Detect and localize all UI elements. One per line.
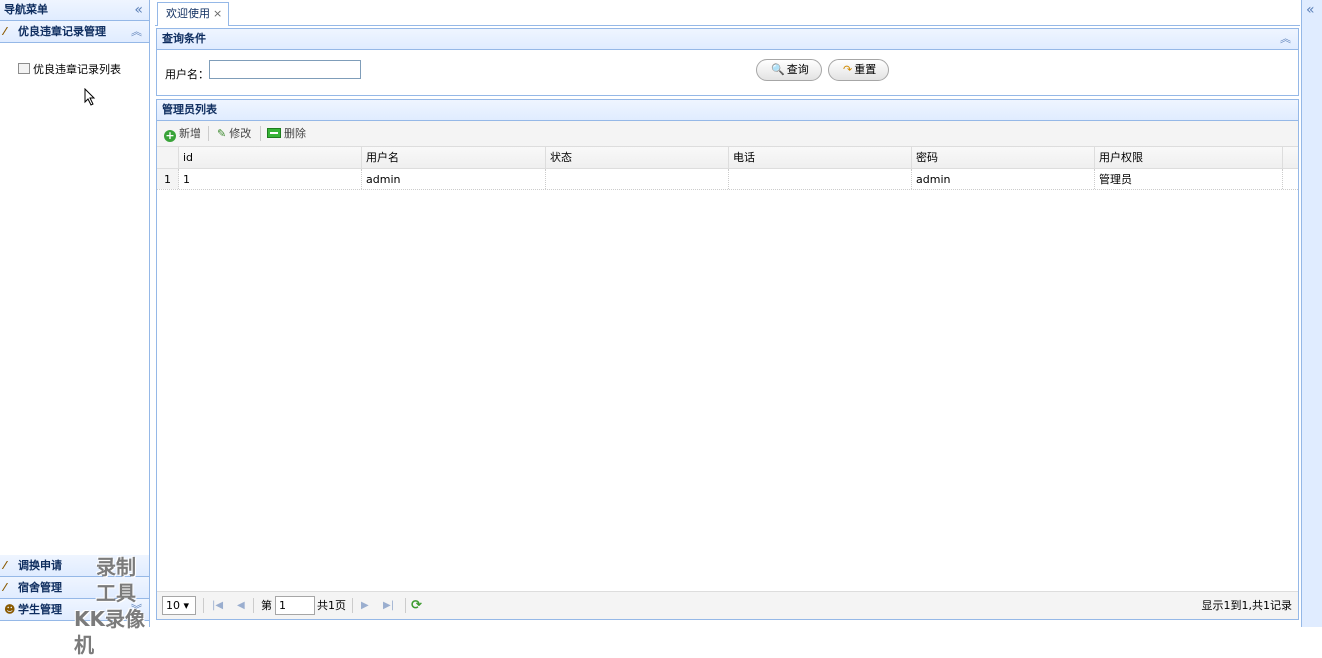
pager-divider xyxy=(203,598,204,613)
pager-divider xyxy=(405,598,406,613)
users-icon: ☻ xyxy=(4,603,16,616)
collapse-left-icon[interactable]: « xyxy=(134,0,143,20)
cell-role: 管理员 xyxy=(1095,169,1283,189)
admin-list-panel: 管理员列表 + 新增 ✎ 修改 删除 id 用户名 状态 电话 密码 用户权限 1 xyxy=(156,99,1299,620)
nav-item-violation-list[interactable]: 优良违章记录列表 xyxy=(18,61,121,77)
nav-title: 导航菜单 xyxy=(4,3,48,16)
nav-section-label: 调换申请 xyxy=(18,559,62,572)
rownum-header xyxy=(157,147,179,168)
toolbar-divider xyxy=(208,126,209,141)
table-row[interactable]: 1 1 admin admin 管理员 xyxy=(157,169,1298,190)
record-summary: 显示1到1,共1记录 xyxy=(1201,599,1293,612)
main-area: 欢迎使用× 查询条件 ︽ 用户名： 🔍查询 ↷重置 管理员列表 +新增 xyxy=(155,0,1300,627)
wand-icon: ⁄ xyxy=(4,559,6,572)
column-header-status[interactable]: 状态 xyxy=(546,147,729,168)
nav-section-body xyxy=(0,43,149,576)
column-header-username[interactable]: 用户名 xyxy=(362,147,546,168)
pencil-icon: ✎ xyxy=(217,127,227,140)
remove-icon xyxy=(267,128,281,138)
recorder-watermark: 录制工具 KK录像机 xyxy=(74,554,149,658)
search-icon: 🔍 xyxy=(771,63,785,76)
mouse-cursor-icon xyxy=(84,88,96,106)
east-collapsed-panel[interactable]: « xyxy=(1301,0,1322,627)
nav-section-violation[interactable]: ⁄ 优良违章记录管理 ︽ xyxy=(0,21,149,43)
pager-divider xyxy=(352,598,353,613)
delete-button[interactable]: 删除 xyxy=(267,125,306,143)
column-header-phone[interactable]: 电话 xyxy=(729,147,912,168)
collapse-up-icon[interactable]: ︽ xyxy=(131,21,142,42)
document-icon xyxy=(18,63,30,74)
delete-button-label: 删除 xyxy=(284,127,306,140)
page-prefix: 第 xyxy=(261,599,272,612)
toolbar-divider xyxy=(260,126,261,141)
row-number: 1 xyxy=(157,169,179,189)
last-page-icon[interactable]: ▶| xyxy=(383,597,394,615)
tab-welcome[interactable]: 欢迎使用 × xyxy=(157,2,230,26)
edit-button[interactable]: ✎ 修改 xyxy=(217,125,251,143)
page-total: 共1页 xyxy=(317,599,346,612)
list-panel-title: 管理员列表 xyxy=(162,103,217,116)
expand-left-icon[interactable]: « xyxy=(1306,2,1315,18)
add-button-label: 新增 xyxy=(179,127,201,140)
grid-toolbar: + 新增 ✎ 修改 删除 xyxy=(157,121,1298,147)
search-button[interactable]: 🔍 查询 xyxy=(756,59,822,81)
reset-button-label: 重置 xyxy=(854,63,877,76)
query-form: 用户名： 🔍 查询 ↷ 重置 xyxy=(157,50,1298,96)
nav-section-label: 学生管理 xyxy=(18,603,62,616)
nav-section-label: 宿舍管理 xyxy=(18,581,62,594)
page-size-select[interactable]: 10 ▾ xyxy=(162,596,196,615)
first-page-icon[interactable]: |◀ xyxy=(212,597,223,615)
query-panel: 查询条件 ︽ 用户名： 🔍 查询 ↷ 重置 xyxy=(156,28,1299,96)
add-icon: + xyxy=(164,129,176,142)
nav-item-label: 优良违章记录列表 xyxy=(33,63,121,76)
search-button-label: 查询 xyxy=(786,63,809,76)
username-label: 用户名： xyxy=(165,68,209,81)
edit-button-label: 修改 xyxy=(229,127,252,140)
cell-username: admin xyxy=(362,169,546,189)
add-button[interactable]: + 新增 xyxy=(164,125,201,143)
cell-phone xyxy=(729,169,912,189)
close-icon[interactable]: × xyxy=(213,7,222,20)
list-panel-header: 管理员列表 xyxy=(157,100,1298,121)
wand-icon: ⁄ xyxy=(4,25,6,38)
page-size-value: 10 xyxy=(166,599,180,612)
grid-header: id 用户名 状态 电话 密码 用户权限 xyxy=(157,147,1298,169)
pagination-bar: 10 ▾ |◀ ◀ 第 共1页 ▶ ▶| ⟳ 显示1到1,共1记录 xyxy=(157,591,1298,619)
reset-button[interactable]: ↷ 重置 xyxy=(828,59,890,81)
collapse-up-icon[interactable]: ︽ xyxy=(1280,29,1291,49)
nav-section-label: 优良违章记录管理 xyxy=(18,25,106,38)
nav-panel: 导航菜单 « ⁄ 优良违章记录管理 ︽ 优良违章记录列表 ⁄ 调换申请 ⁄ 宿舍管理 … xyxy=(0,0,150,657)
cell-id: 1 xyxy=(179,169,362,189)
tab-label: 欢迎使用 xyxy=(166,7,210,20)
reset-icon: ↷ xyxy=(843,63,853,76)
query-panel-header: 查询条件 ︽ xyxy=(157,29,1298,50)
tab-bar: 欢迎使用 × xyxy=(155,0,1300,26)
cell-status xyxy=(546,169,729,189)
query-panel-title: 查询条件 xyxy=(162,32,206,45)
refresh-icon[interactable]: ⟳ xyxy=(411,597,422,615)
column-header-password[interactable]: 密码 xyxy=(912,147,1095,168)
prev-page-icon[interactable]: ◀ xyxy=(237,597,245,615)
username-input[interactable] xyxy=(209,60,361,79)
pager-divider xyxy=(253,598,254,613)
page-number-input[interactable] xyxy=(275,596,315,615)
watermark-line2: KK录像机 xyxy=(74,607,145,657)
column-header-role[interactable]: 用户权限 xyxy=(1095,147,1283,168)
column-header-id[interactable]: id xyxy=(179,147,362,168)
cell-password: admin xyxy=(912,169,1095,189)
wand-icon: ⁄ xyxy=(4,581,6,594)
next-page-icon[interactable]: ▶ xyxy=(361,597,369,615)
watermark-line1: 录制工具 xyxy=(96,555,136,605)
nav-header: 导航菜单 « xyxy=(0,0,149,21)
